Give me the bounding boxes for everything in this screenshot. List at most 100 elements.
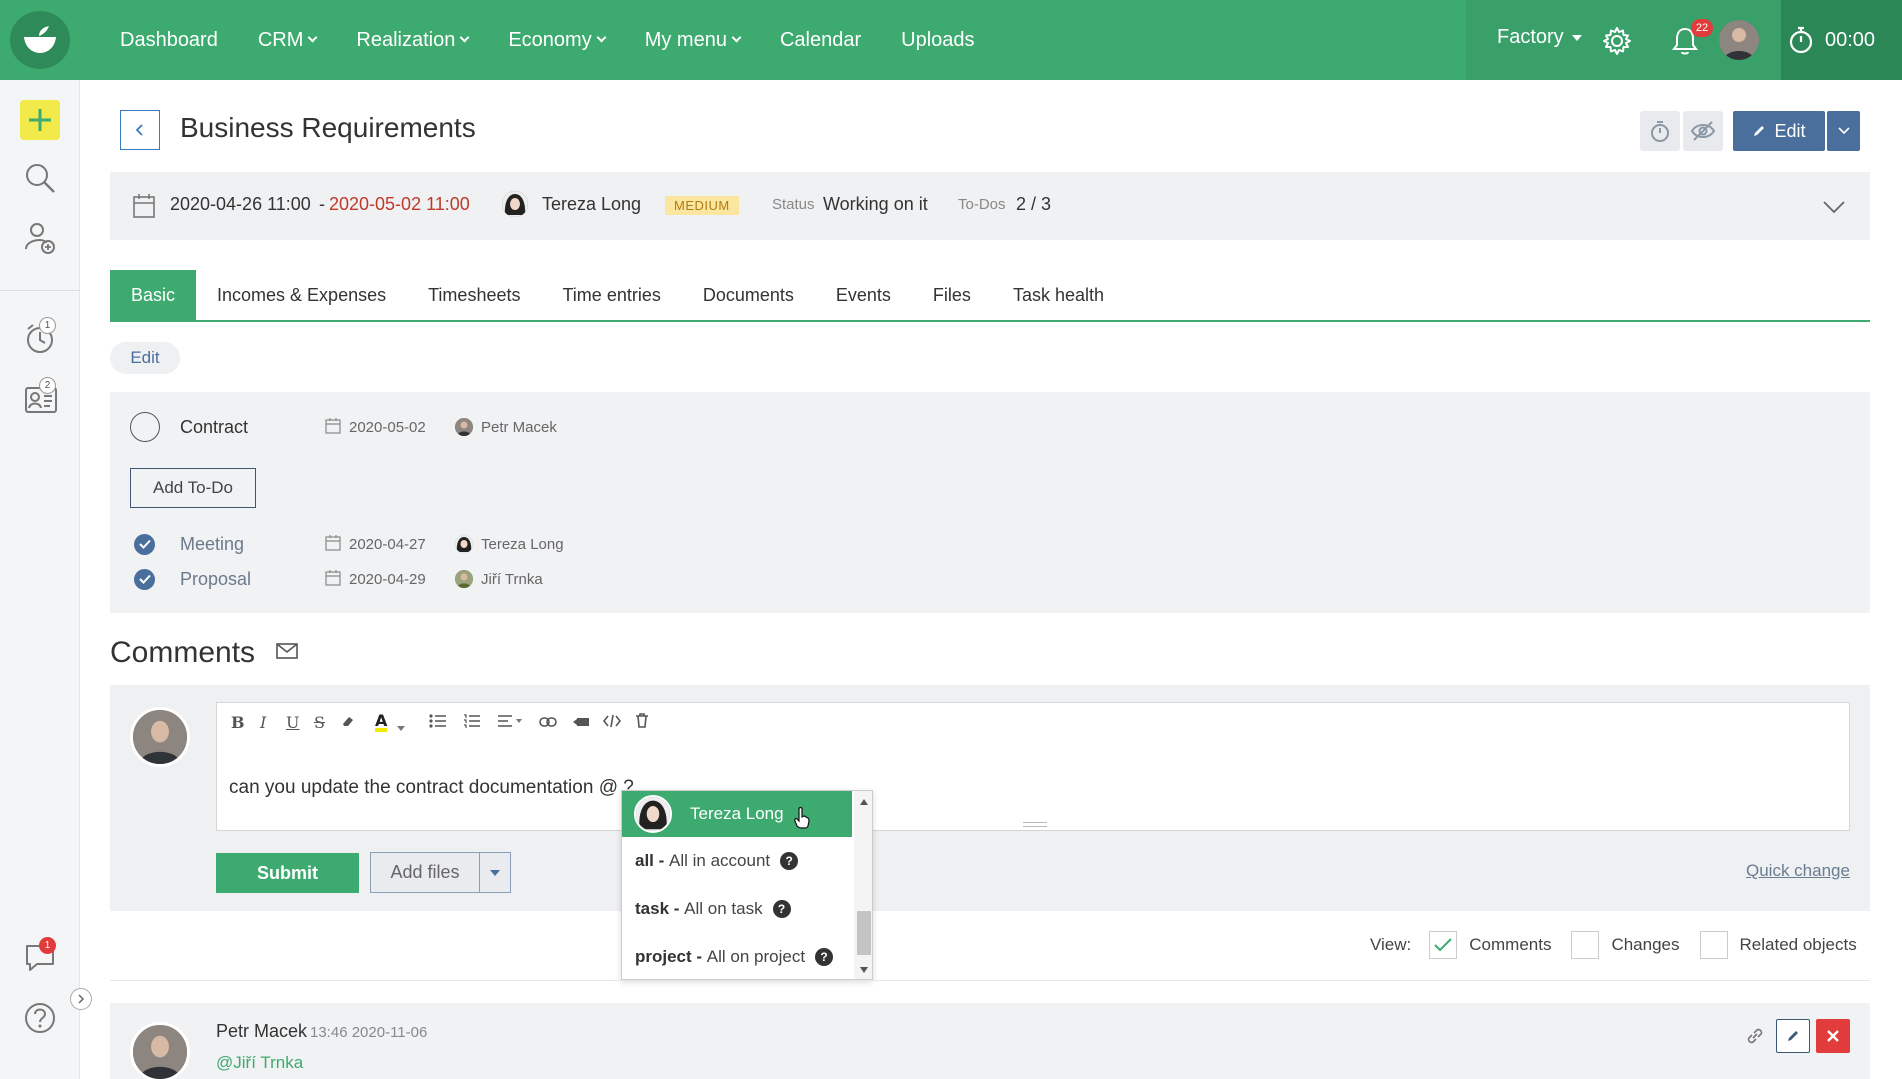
task-due-date: 2020-05-02 11:00 bbox=[329, 194, 470, 214]
add-todo-button[interactable]: Add To-Do bbox=[130, 468, 256, 508]
mention-option-project[interactable]: project - All on project? bbox=[622, 933, 852, 979]
view-label: View: bbox=[1370, 935, 1412, 954]
expand-details-icon[interactable] bbox=[1822, 198, 1846, 219]
back-button[interactable] bbox=[120, 110, 160, 150]
caret-down-icon bbox=[1571, 34, 1582, 41]
view-related-objects-checkbox[interactable] bbox=[1699, 931, 1728, 959]
nav-crm[interactable]: CRM bbox=[258, 29, 318, 52]
add-files-dropdown[interactable] bbox=[479, 852, 511, 893]
video-icon[interactable] bbox=[573, 713, 589, 732]
delete-comment-button[interactable] bbox=[1816, 1019, 1850, 1053]
bold-icon[interactable]: B bbox=[231, 713, 245, 732]
status-value[interactable]: Working on it bbox=[823, 194, 928, 215]
scroll-thumb[interactable] bbox=[857, 911, 871, 955]
reminders-badge: 1 bbox=[39, 317, 56, 334]
edit-description-button[interactable]: Edit bbox=[110, 342, 180, 374]
eraser-icon[interactable] bbox=[341, 713, 355, 732]
todo-title[interactable]: Meeting bbox=[180, 534, 244, 555]
tab-basic[interactable]: Basic bbox=[110, 270, 197, 320]
nav-dashboard[interactable]: Dashboard bbox=[120, 29, 218, 52]
chevron-left-icon bbox=[135, 124, 143, 136]
todo-user: Petr Macek bbox=[481, 418, 557, 436]
hand-cursor-icon bbox=[793, 806, 810, 834]
tab-timesheets[interactable]: Timesheets bbox=[407, 270, 541, 320]
view-changes-label[interactable]: Changes bbox=[1611, 935, 1679, 955]
tab-task-health[interactable]: Task health bbox=[992, 270, 1125, 320]
nav-uploads[interactable]: Uploads bbox=[901, 29, 974, 52]
view-comments-label[interactable]: Comments bbox=[1469, 935, 1551, 955]
submit-comment-button[interactable]: Submit bbox=[216, 853, 359, 893]
status-label: Status bbox=[772, 196, 815, 213]
mention-scrollbar[interactable] bbox=[854, 791, 872, 979]
quick-add-button[interactable] bbox=[20, 100, 60, 140]
caret-down-icon[interactable] bbox=[397, 717, 405, 736]
copy-link-icon[interactable] bbox=[1738, 1019, 1772, 1053]
tab-incomes-expenses[interactable]: Incomes & Expenses bbox=[196, 270, 407, 320]
align-icon[interactable] bbox=[497, 713, 523, 732]
link-icon[interactable] bbox=[539, 713, 557, 732]
scroll-down-arrow-icon bbox=[860, 967, 868, 973]
tab-events[interactable]: Events bbox=[815, 270, 912, 320]
nav-realization[interactable]: Realization bbox=[356, 29, 470, 52]
strikethrough-icon[interactable]: S bbox=[314, 713, 325, 732]
hide-button[interactable] bbox=[1683, 111, 1723, 151]
code-view-icon[interactable] bbox=[602, 713, 622, 732]
search-icon[interactable] bbox=[24, 162, 56, 199]
comment-timestamp: 13:46 2020-11-06 bbox=[310, 1024, 428, 1041]
plus-icon bbox=[29, 109, 51, 131]
trash-icon[interactable] bbox=[635, 713, 649, 732]
tab-time-entries[interactable]: Time entries bbox=[541, 270, 681, 320]
text-color-icon[interactable]: A bbox=[375, 713, 388, 732]
mention-option-task[interactable]: task - All on task? bbox=[622, 885, 852, 933]
todos-count: 2 / 3 bbox=[1016, 194, 1052, 214]
email-envelope-icon[interactable] bbox=[276, 642, 298, 665]
edit-options-dropdown[interactable] bbox=[1827, 111, 1860, 151]
sidebar-expand-button[interactable] bbox=[70, 988, 92, 1010]
italic-icon[interactable]: I bbox=[260, 713, 266, 732]
assignee-name[interactable]: Tereza Long bbox=[542, 194, 641, 215]
divider bbox=[110, 980, 1870, 981]
tab-files[interactable]: Files bbox=[912, 270, 992, 320]
company-switcher[interactable]: Factory bbox=[1497, 26, 1582, 49]
underline-icon[interactable]: U bbox=[286, 713, 299, 732]
todo-title[interactable]: Proposal bbox=[180, 569, 251, 590]
close-icon bbox=[1827, 1030, 1839, 1042]
check-circle-icon[interactable] bbox=[134, 568, 155, 590]
help-question-icon[interactable]: ? bbox=[815, 948, 834, 966]
nav-economy[interactable]: Economy bbox=[508, 29, 607, 52]
bowl-leaf-icon bbox=[24, 26, 56, 53]
resize-handle[interactable] bbox=[1023, 822, 1047, 827]
tab-documents[interactable]: Documents bbox=[682, 270, 815, 320]
view-related-objects-label[interactable]: Related objects bbox=[1740, 935, 1857, 955]
add-files-button[interactable]: Add files bbox=[370, 852, 480, 893]
view-changes-checkbox[interactable] bbox=[1571, 931, 1600, 959]
help-question-icon[interactable]: ? bbox=[772, 900, 791, 918]
settings-gear-icon[interactable] bbox=[1602, 26, 1632, 61]
edit-button[interactable]: Edit bbox=[1733, 111, 1825, 151]
stopwatch-icon bbox=[1789, 26, 1813, 54]
todo-item: Contract 2020-05-02 Petr Macek bbox=[130, 412, 730, 442]
add-contact-icon[interactable] bbox=[24, 221, 56, 260]
mention-option-all[interactable]: all - All in account? bbox=[622, 837, 852, 885]
time-tracker[interactable]: 00:00 bbox=[1781, 0, 1902, 80]
start-timer-button[interactable] bbox=[1640, 111, 1680, 151]
edit-comment-button[interactable] bbox=[1776, 1019, 1810, 1053]
comment-mention[interactable]: @Jiří Trnka bbox=[216, 1053, 303, 1073]
check-circle-icon[interactable] bbox=[134, 533, 155, 555]
nav-my-menu[interactable]: My menu bbox=[645, 29, 742, 52]
help-question-icon[interactable]: ? bbox=[780, 852, 799, 870]
help-icon[interactable] bbox=[24, 1002, 56, 1039]
numbered-list-icon[interactable] bbox=[463, 713, 481, 732]
bullet-list-icon[interactable] bbox=[429, 713, 447, 732]
user-avatar[interactable] bbox=[1719, 20, 1759, 60]
comment-text[interactable]: can you update the contract documentatio… bbox=[229, 777, 634, 799]
mention-option-selected[interactable]: Tereza Long bbox=[622, 791, 852, 837]
view-comments-checkbox[interactable] bbox=[1429, 931, 1458, 959]
quick-change-link[interactable]: Quick change bbox=[1746, 861, 1850, 881]
calendar-icon bbox=[132, 193, 156, 224]
nav-calendar[interactable]: Calendar bbox=[780, 29, 861, 52]
app-logo[interactable] bbox=[10, 11, 70, 69]
todo-title[interactable]: Contract bbox=[180, 417, 248, 438]
todo-checkbox[interactable] bbox=[130, 412, 160, 442]
todo-item: Proposal 2020-04-29 Jiří Trnka bbox=[130, 564, 730, 594]
